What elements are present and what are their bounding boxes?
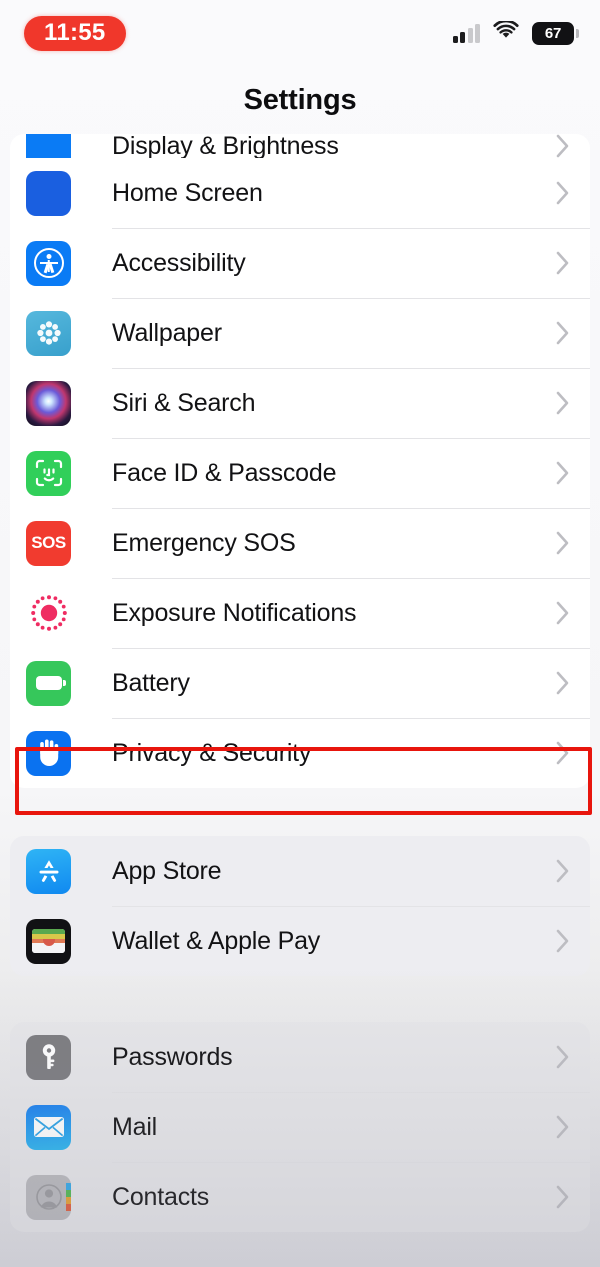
chevron-right-icon xyxy=(556,1184,570,1210)
chevron-right-icon xyxy=(556,1114,570,1140)
settings-row-label: Passwords xyxy=(112,1042,233,1071)
settings-row-label: Display & Brightness xyxy=(112,134,339,158)
settings-row-label: Battery xyxy=(112,668,190,697)
settings-row-wallet-apple-pay[interactable]: Wallet & Apple Pay xyxy=(10,906,590,976)
app-store-icon xyxy=(26,848,71,894)
wallpaper-icon xyxy=(26,310,71,356)
settings-row-wallpaper[interactable]: Wallpaper xyxy=(10,298,590,368)
privacy-security-icon xyxy=(26,730,71,776)
exposure-notifications-icon xyxy=(26,590,71,636)
chevron-right-icon xyxy=(556,250,570,276)
settings-row-accessibility[interactable]: Accessibility xyxy=(10,228,590,298)
settings-row-app-store[interactable]: App Store xyxy=(10,836,590,906)
chevron-right-icon xyxy=(556,858,570,884)
emergency-sos-icon: SOS xyxy=(26,520,71,566)
settings-scroll-list[interactable]: Display & Brightness Home Screen Accessi… xyxy=(0,134,600,1267)
chevron-right-icon xyxy=(556,530,570,556)
settings-row-label: Wallpaper xyxy=(112,318,222,347)
chevron-right-icon xyxy=(556,740,570,766)
settings-row-contacts[interactable]: Contacts xyxy=(10,1162,590,1232)
settings-row-label: Emergency SOS xyxy=(112,528,296,557)
settings-row-label: Siri & Search xyxy=(112,388,256,417)
accessibility-icon xyxy=(26,240,71,286)
battery-icon: 67 xyxy=(532,21,579,45)
settings-row-privacy-security[interactable]: Privacy & Security xyxy=(10,718,590,788)
settings-row-label: Face ID & Passcode xyxy=(112,458,337,487)
chevron-right-icon xyxy=(556,928,570,954)
contacts-tabs xyxy=(66,1182,71,1211)
cellular-bars-icon xyxy=(452,23,480,43)
settings-row-label: Accessibility xyxy=(112,248,246,277)
wallet-icon xyxy=(26,918,71,964)
status-bar-right: 67 xyxy=(452,19,579,45)
settings-group-system: Home Screen Accessibility Wallpaper Siri… xyxy=(10,158,590,788)
battery-level-label: 67 xyxy=(544,24,562,42)
settings-row-emergency-sos[interactable]: SOS Emergency SOS xyxy=(10,508,590,578)
chevron-right-icon xyxy=(556,600,570,626)
siri-icon xyxy=(26,380,71,426)
settings-row-label: Contacts xyxy=(112,1182,210,1211)
passwords-key-icon xyxy=(26,1034,71,1080)
face-id-icon xyxy=(26,450,71,496)
settings-row-label: App Store xyxy=(112,856,222,885)
navigation-bar: Settings xyxy=(0,66,600,134)
settings-row-label: Privacy & Security xyxy=(112,738,312,767)
page-title: Settings xyxy=(243,83,357,116)
chevron-right-icon xyxy=(556,320,570,346)
chevron-right-icon xyxy=(556,134,570,158)
chevron-right-icon xyxy=(556,1044,570,1070)
contacts-icon xyxy=(26,1174,71,1220)
settings-row-label: Home Screen xyxy=(112,178,263,207)
iphone-settings-screen: 11:55 67 Settings Display & Brightness H… xyxy=(0,0,600,1267)
chevron-right-icon xyxy=(556,460,570,486)
settings-row-home-screen[interactable]: Home Screen xyxy=(10,158,590,228)
settings-row-battery[interactable]: Battery xyxy=(10,648,590,718)
mail-icon xyxy=(26,1104,71,1150)
chevron-right-icon xyxy=(556,180,570,206)
chevron-right-icon xyxy=(556,390,570,416)
settings-group-accounts: Passwords Mail Contacts xyxy=(10,1022,590,1232)
wifi-icon xyxy=(493,19,519,45)
settings-row-label: Wallet & Apple Pay xyxy=(112,926,321,955)
settings-row-exposure-notifications[interactable]: Exposure Notifications xyxy=(10,578,590,648)
settings-row-passwords[interactable]: Passwords xyxy=(10,1022,590,1092)
settings-row-mail[interactable]: Mail xyxy=(10,1092,590,1162)
status-bar: 11:55 67 xyxy=(0,0,600,66)
display-brightness-icon xyxy=(26,134,71,158)
recording-time-indicator[interactable]: 11:55 xyxy=(24,15,126,51)
home-screen-icon xyxy=(26,170,71,216)
settings-group-store: App Store Wallet & Apple Pay xyxy=(10,836,590,976)
settings-row-label: Exposure Notifications xyxy=(112,598,357,627)
settings-row-siri-search[interactable]: Siri & Search xyxy=(10,368,590,438)
settings-row-partial-display-brightness[interactable]: Display & Brightness xyxy=(10,134,590,158)
chevron-right-icon xyxy=(556,670,570,696)
settings-row-face-id-passcode[interactable]: Face ID & Passcode xyxy=(10,438,590,508)
battery-settings-icon xyxy=(26,660,71,706)
settings-row-label: Mail xyxy=(112,1112,158,1141)
